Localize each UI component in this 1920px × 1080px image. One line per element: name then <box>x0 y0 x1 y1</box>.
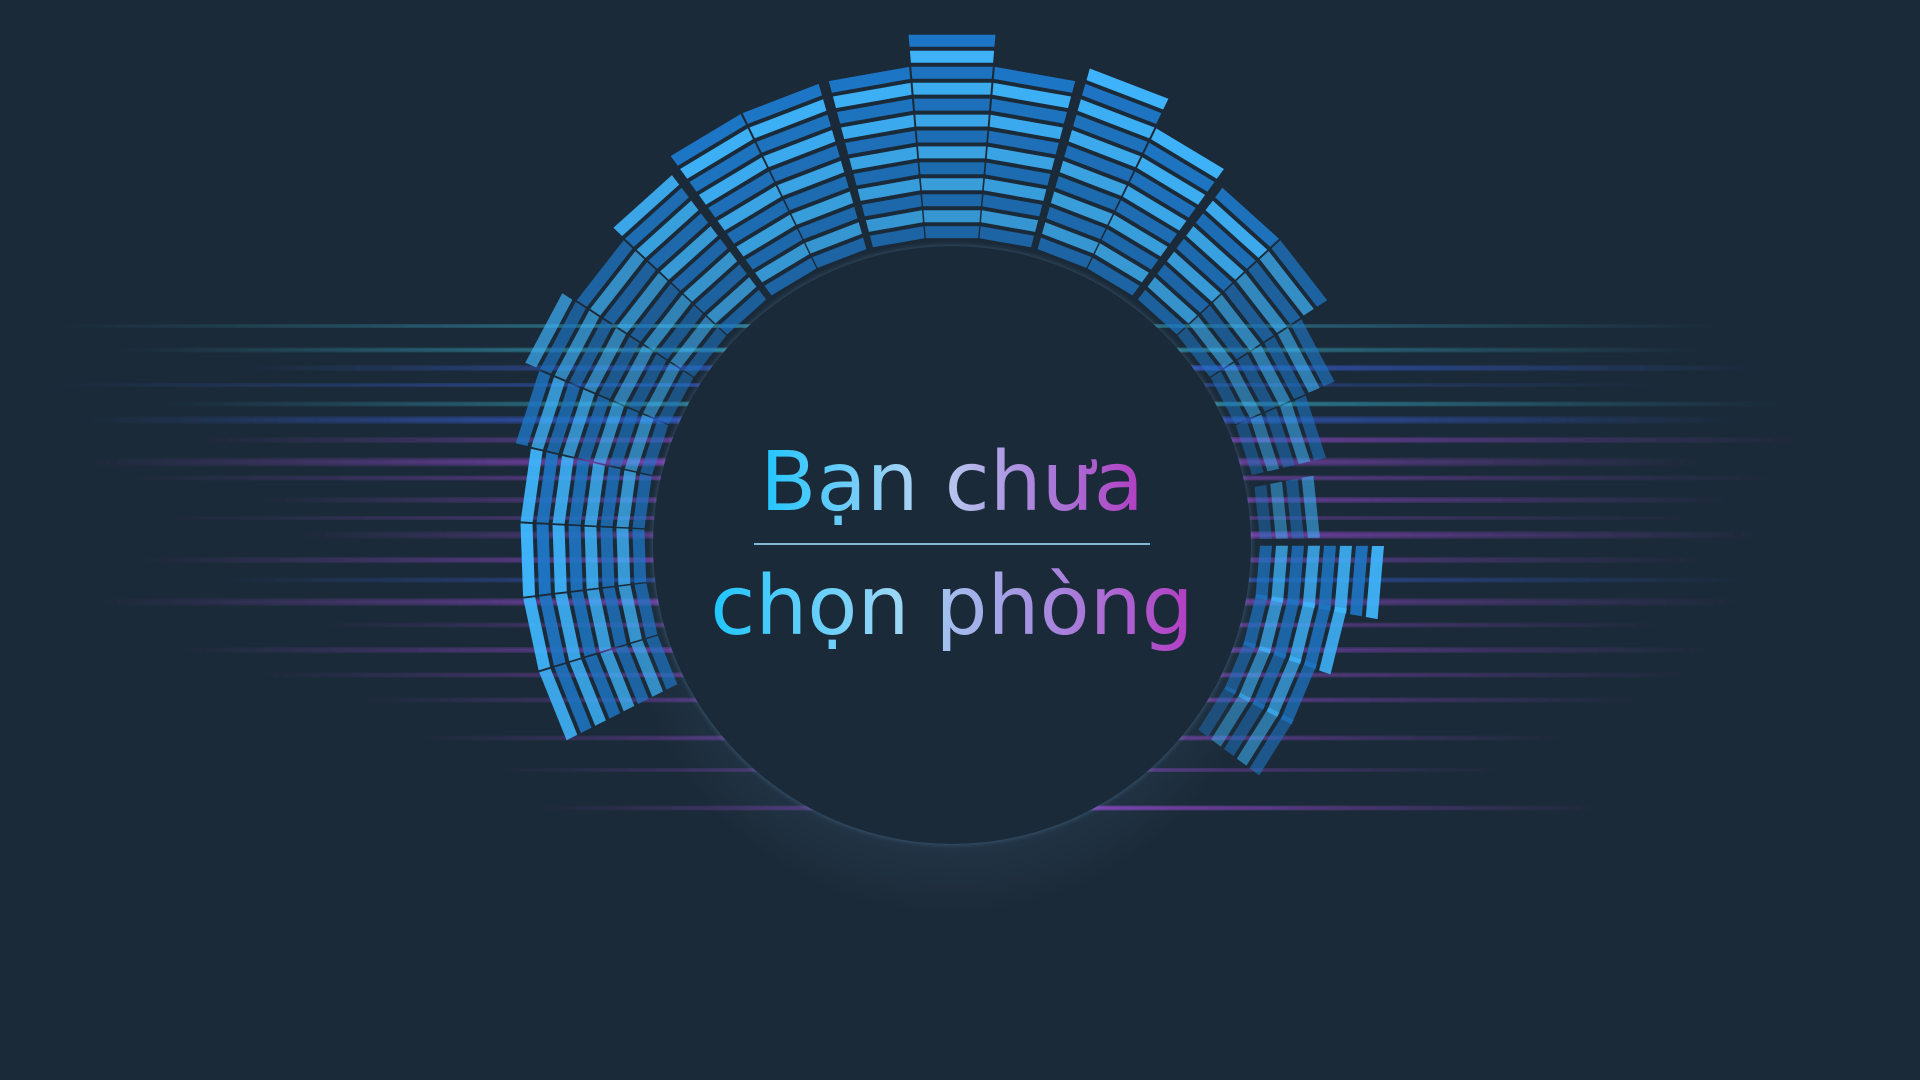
no-room-selected-screen: Bạn chưa chọn phòng <box>0 0 1920 1080</box>
message-divider <box>754 543 1150 545</box>
message-line-1: Bạn chưa <box>760 435 1144 530</box>
equalizer-segment <box>916 130 988 143</box>
equalizer-segment <box>919 162 985 175</box>
equalizer-segment <box>1255 545 1272 600</box>
equalizer-segment <box>911 66 993 79</box>
equalizer-segment <box>922 194 982 207</box>
equalizer-segment <box>1301 475 1320 538</box>
equalizer-segment <box>584 526 599 589</box>
equalizer-segment <box>1270 481 1288 539</box>
equalizer-bar <box>908 34 996 239</box>
equalizer-segment <box>920 178 984 191</box>
equalizer-segment <box>908 34 996 47</box>
equalizer-segment <box>924 226 980 239</box>
equalizer-segment <box>915 114 989 127</box>
equalizer-segment <box>918 146 986 159</box>
equalizer-bar <box>1254 475 1320 539</box>
equalizer-segment <box>1287 545 1304 606</box>
equalizer-segment <box>520 523 535 597</box>
equalizer-segment <box>1302 545 1320 609</box>
equalizer-segment <box>616 528 631 586</box>
equalizer-segment <box>600 527 615 588</box>
equalizer-segment <box>568 525 583 591</box>
empty-state-message: Bạn chưa chọn phòng <box>653 246 1251 844</box>
equalizer-segment <box>536 524 551 595</box>
equalizer-segment <box>912 82 992 95</box>
message-line-2: chọn phòng <box>710 559 1194 654</box>
equalizer-segment <box>552 525 567 593</box>
equalizer-segment <box>632 529 647 584</box>
equalizer-segment <box>1285 478 1304 539</box>
equalizer-segment <box>923 210 981 223</box>
equalizer-segment <box>1365 546 1384 620</box>
equalizer-segment <box>909 50 995 63</box>
equalizer-segment <box>1271 545 1288 603</box>
equalizer-segment <box>1254 484 1272 539</box>
equalizer-segment <box>914 98 990 111</box>
